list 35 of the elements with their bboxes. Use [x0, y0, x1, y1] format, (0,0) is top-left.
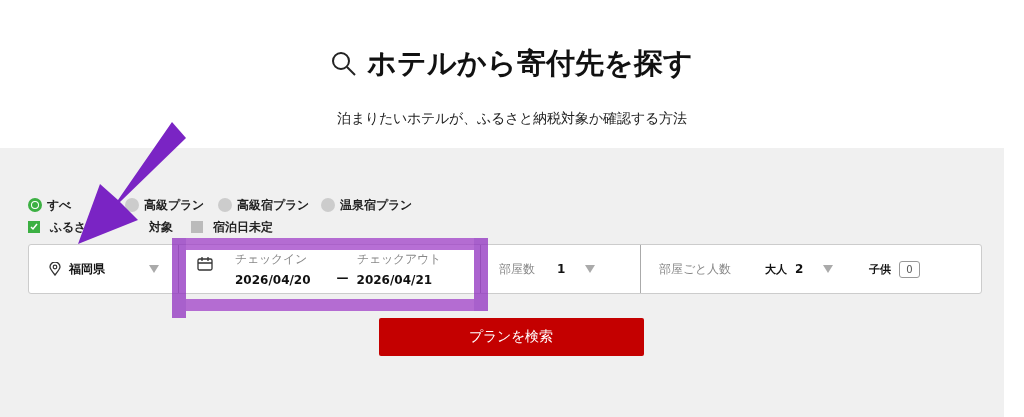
adults-label: 大人: [765, 261, 787, 277]
children-label: 子供: [869, 261, 892, 277]
radio-button[interactable]: [28, 198, 42, 212]
checkbox-label[interactable]: 対象: [149, 218, 173, 236]
radio-label[interactable]: 高級宿プラン: [237, 196, 309, 214]
checkout-label: チェックアウト: [356, 251, 441, 268]
page-title: ホテルから寄付先を探す: [367, 45, 693, 82]
checkin-label: チェックイン: [235, 251, 308, 268]
search-icon: [331, 51, 357, 77]
checkbox-label[interactable]: 宿泊日未定: [213, 218, 273, 236]
search-button[interactable]: プランを検索: [378, 318, 644, 356]
radio-label[interactable]: 温泉宿プラン: [340, 196, 412, 214]
checkbox[interactable]: [191, 221, 203, 233]
rooms-select[interactable]: 1: [557, 262, 566, 276]
prefecture-select[interactable]: 福岡県: [69, 260, 105, 278]
page-subtitle: 泊まりたいホテルが、ふるさと納税対象か確認する方法: [337, 110, 687, 128]
checkbox[interactable]: [28, 221, 40, 233]
radio-label[interactable]: すべ: [47, 196, 71, 214]
radio-button[interactable]: [218, 198, 232, 212]
children-field[interactable]: 0: [899, 260, 920, 278]
calendar-icon: [197, 257, 213, 271]
radio-button[interactable]: [321, 198, 335, 212]
dropdown-caret-icon: [585, 265, 596, 273]
checkin-date[interactable]: 2026/04/20: [235, 273, 311, 287]
adults-select[interactable]: 2: [795, 262, 804, 276]
checkbox-label[interactable]: ふるさ: [50, 218, 86, 236]
dropdown-caret-icon: [149, 265, 159, 273]
radio-button[interactable]: [125, 198, 139, 212]
date-separator: —: [336, 271, 349, 285]
rooms-label: 部屋数: [499, 260, 535, 278]
checkout-date[interactable]: 2026/04/21: [356, 273, 441, 287]
dropdown-caret-icon: [823, 265, 834, 273]
location-pin-icon: [49, 262, 61, 276]
guests-label: 部屋ごと人数: [659, 260, 731, 278]
radio-label[interactable]: 高級プラン: [144, 196, 204, 214]
